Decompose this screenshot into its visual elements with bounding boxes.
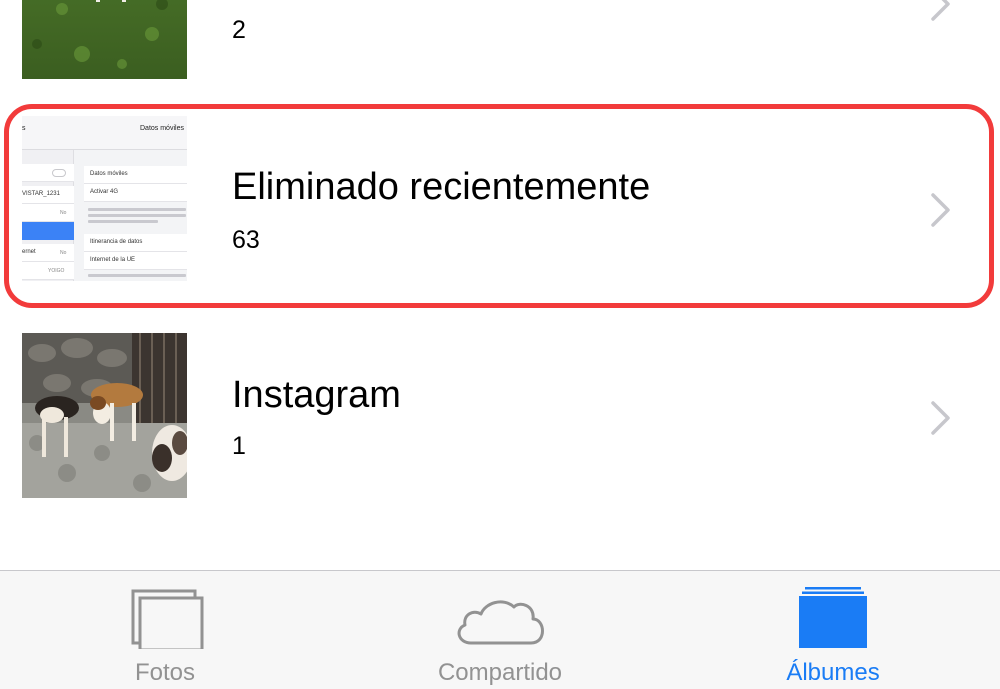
screenshot-text: Datos móviles [90, 171, 128, 177]
screenshot-text: VISTAR_1231 [22, 191, 60, 197]
tab-label: Compartido [437, 659, 563, 686]
screenshot-header: s Datos móviles [22, 116, 187, 150]
tab-label: Fotos [134, 659, 196, 686]
screenshot-cell: VISTAR_1231 [22, 186, 74, 204]
screenshot-text: YOIGO [48, 268, 65, 274]
album-row-recently-deleted[interactable]: s Datos móviles VISTAR_1231 No ernet No … [0, 108, 1000, 298]
screenshot-cell: Activar 4G [84, 184, 187, 202]
dogs-on-patio-photo [22, 333, 187, 498]
tab-label: Álbumes [786, 659, 880, 686]
screenshot-cell: Itinerancia de datos [84, 234, 187, 252]
cloud-icon [457, 600, 544, 645]
album-thumbnail [22, 333, 187, 498]
chevron-right-icon [931, 193, 950, 227]
screenshot-selected-cell [22, 222, 74, 240]
screenshot-cell: Datos móviles [84, 166, 187, 184]
screenshot-left-pane: VISTAR_1231 No ernet No YOIGO [22, 150, 74, 281]
screenshot-text: Activar 4G [90, 189, 119, 195]
screenshot-text: Itinerancia de datos [90, 239, 143, 245]
album-count: 2 [232, 16, 246, 44]
screenshot-cell: YOIGO [22, 262, 74, 280]
album-title: Instagram [232, 374, 401, 416]
screenshot-header-title: Datos móviles [140, 125, 184, 132]
screenshot-text: Internet de la UE [90, 257, 136, 263]
settings-screenshot-photo: s Datos móviles VISTAR_1231 No ernet No … [22, 116, 187, 281]
dog-on-grass-photo [22, 0, 187, 79]
tab-fotos[interactable]: Fotos [60, 571, 270, 689]
screenshot-back: s [22, 125, 26, 132]
screenshot-text: ernet [22, 249, 36, 255]
tab-compartido[interactable]: Compartido [395, 571, 605, 689]
album-thumbnail [22, 0, 187, 79]
album-row-instagram[interactable]: Instagram 1 [0, 316, 1000, 506]
photos-stack-icon [131, 589, 204, 649]
screenshot-cell: ernet No [22, 244, 74, 262]
screenshot-paragraph [88, 274, 186, 277]
chevron-right-icon [931, 401, 950, 435]
screenshot-text: No [60, 250, 67, 256]
album-count: 63 [232, 226, 260, 254]
album-thumbnail: s Datos móviles VISTAR_1231 No ernet No … [22, 116, 187, 281]
screenshot-paragraph [88, 208, 186, 211]
screenshot-cell: No [22, 204, 74, 222]
screenshot-right-pane: Datos móviles Activar 4G Itinerancia de … [84, 150, 187, 281]
tab-albumes[interactable]: Álbumes [728, 571, 938, 689]
tab-bar: Fotos Compartido Álbumes [0, 570, 1000, 689]
albums-folder-icon [799, 587, 867, 648]
screenshot-paragraph [88, 220, 158, 223]
screenshot-text: No [60, 210, 67, 216]
album-count: 1 [232, 432, 246, 460]
chevron-right-icon [931, 0, 950, 21]
screenshot-cell [22, 164, 74, 182]
screenshot-paragraph [88, 214, 186, 217]
album-list: 2 s Datos móviles VISTAR_1231 No ernet N… [0, 0, 1000, 570]
album-title: Eliminado recientemente [232, 166, 651, 208]
screenshot-cell: Internet de la UE [84, 252, 187, 270]
album-row[interactable]: 2 [0, 0, 1000, 104]
toggle-icon [52, 169, 66, 177]
